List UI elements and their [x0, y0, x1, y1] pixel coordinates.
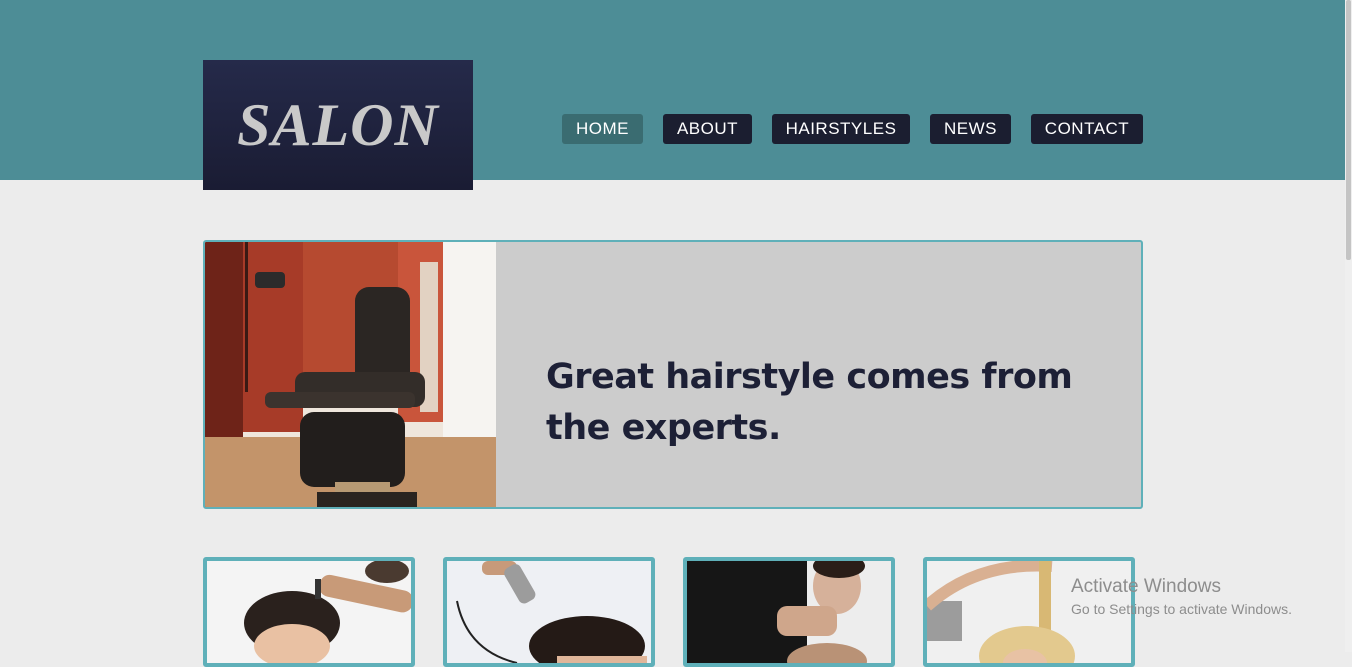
hairstyle-card-3[interactable] [683, 557, 895, 667]
barber-chair-image [205, 242, 496, 507]
nav-contact[interactable]: CONTACT [1031, 114, 1143, 144]
scrollbar-thumb[interactable] [1346, 0, 1351, 260]
logo-text: SALON [237, 91, 439, 158]
hero-headline: Great hairstyle comes from the experts. [546, 357, 1073, 448]
site-header: SALON HOME ABOUT HAIRSTYLES NEWS CONTACT [0, 0, 1352, 190]
hairstyle-card-2[interactable] [443, 557, 655, 667]
clipper-haircut-image [447, 561, 651, 663]
nav-about[interactable]: ABOUT [663, 114, 752, 144]
salon-logo[interactable]: SALON [203, 60, 473, 190]
nav-hairstyles[interactable]: HAIRSTYLES [772, 114, 910, 144]
watermark-subtitle: Go to Settings to activate Windows. [1071, 601, 1292, 617]
hairstyle-card-1[interactable] [203, 557, 415, 667]
page-scrollbar[interactable] [1345, 0, 1352, 652]
activate-windows-watermark: Activate Windows Go to Settings to activ… [1071, 576, 1292, 617]
hero-banner: Great hairstyle comes from the experts. [203, 240, 1143, 509]
watermark-title: Activate Windows [1071, 576, 1221, 597]
man-haircut-image [207, 561, 411, 663]
nav-news[interactable]: NEWS [930, 114, 1011, 144]
stylist-image [687, 561, 891, 663]
nav-home[interactable]: HOME [562, 114, 643, 144]
